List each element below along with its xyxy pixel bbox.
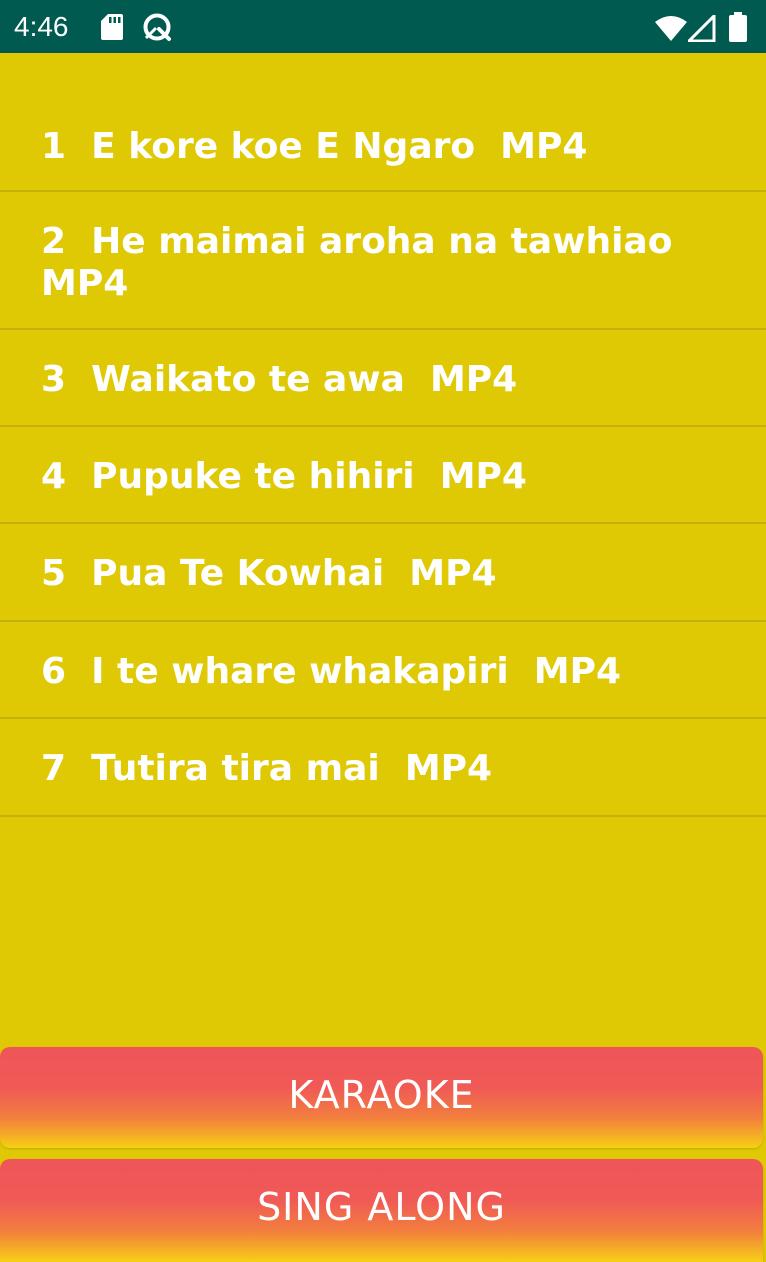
song-label: 2 He maimai aroha na tawhiao MP4 [41, 221, 686, 304]
song-label: 7 Tutira tira mai MP4 [41, 748, 493, 789]
wifi-icon [655, 15, 687, 45]
sing-along-button[interactable]: SING ALONG [0, 1159, 763, 1262]
vpn-key-icon [142, 12, 172, 46]
karaoke-button[interactable]: KARAOKE [0, 1047, 763, 1148]
song-label: 6 I te whare whakapiri MP4 [41, 651, 622, 692]
song-label: 1 E kore koe E Ngaro MP4 [41, 126, 588, 167]
sd-card-icon [101, 14, 123, 44]
status-time: 4:46 [14, 11, 69, 42]
song-item-2[interactable]: 2 He maimai aroha na tawhiao MP4 [0, 192, 766, 330]
song-label: 4 Pupuke te hihiri MP4 [41, 456, 527, 497]
status-bar: 4:46 [0, 0, 766, 53]
song-item-1[interactable]: 1 E kore koe E Ngaro MP4 [0, 53, 766, 192]
song-label: 5 Pua Te Kowhai MP4 [41, 553, 497, 594]
song-item-4[interactable]: 4 Pupuke te hihiri MP4 [0, 427, 766, 524]
song-item-3[interactable]: 3 Waikato te awa MP4 [0, 330, 766, 427]
song-item-6[interactable]: 6 I te whare whakapiri MP4 [0, 622, 766, 719]
song-item-7[interactable]: 7 Tutira tira mai MP4 [0, 719, 766, 817]
battery-icon [729, 12, 747, 46]
song-label: 3 Waikato te awa MP4 [41, 359, 518, 400]
song-item-5[interactable]: 5 Pua Te Kowhai MP4 [0, 524, 766, 622]
signal-icon [685, 12, 716, 46]
